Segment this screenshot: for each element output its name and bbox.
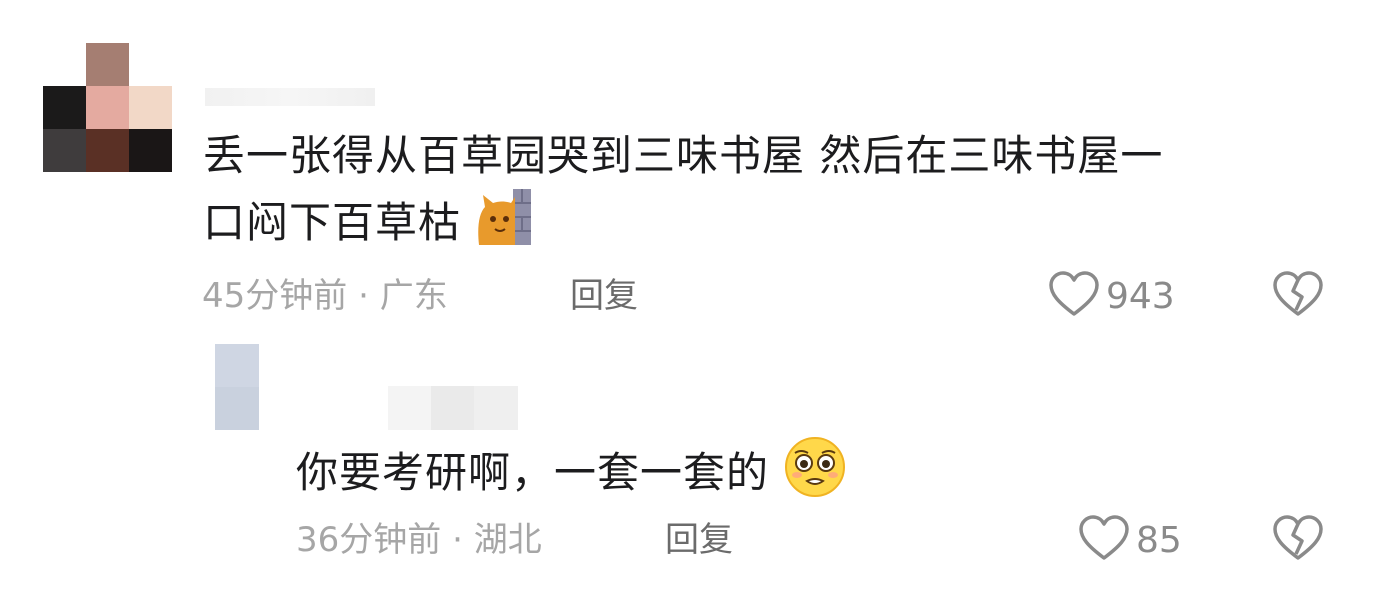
- avatar-pixel: [43, 43, 86, 86]
- reply-time: 36分钟前: [296, 520, 442, 560]
- avatar[interactable]: [43, 43, 172, 172]
- heart-outline-icon: [1048, 270, 1100, 322]
- reply-avatar[interactable]: [215, 344, 259, 430]
- comment-text-line1: 丢一张得从百草园哭到三味书屋 然后在三味书屋一: [203, 131, 1164, 180]
- avatar-pixel: [215, 387, 259, 430]
- like-button[interactable]: 85: [1078, 514, 1182, 566]
- avatar-pixel: [129, 43, 172, 86]
- avatar-pixel: [86, 43, 129, 86]
- avatar-pixel: [129, 86, 172, 129]
- dislike-button[interactable]: [1272, 270, 1324, 322]
- like-count: 85: [1136, 519, 1182, 561]
- broken-heart-outline-icon: [1272, 271, 1324, 322]
- avatar-pixel: [215, 344, 259, 387]
- reply-username-blurred[interactable]: [388, 386, 518, 430]
- reply-meta: 36分钟前 · 湖北: [296, 520, 542, 560]
- avatar-pixel: [86, 129, 129, 172]
- comment-text-line2: 口闷下百草枯: [203, 198, 462, 247]
- avatar-pixel: [43, 129, 86, 172]
- comment-time: 45分钟前: [202, 276, 348, 316]
- reply-text: 你要考研啊，一套一套的: [296, 435, 1196, 516]
- dislike-button[interactable]: [1272, 514, 1324, 566]
- comment-meta: 45分钟前 · 广东: [202, 276, 448, 316]
- pleading-face-emoji: [783, 435, 847, 516]
- avatar-pixel: [43, 86, 86, 129]
- cat-peeking-emoji: [475, 187, 535, 264]
- comment-text: 丢一张得从百草园哭到三味书屋 然后在三味书屋一 口闷下百草枯: [203, 125, 1343, 264]
- reply-button[interactable]: 回复: [665, 520, 733, 560]
- reply-location: 湖北: [473, 520, 542, 560]
- meta-separator: ·: [452, 520, 463, 560]
- avatar-pixel: [129, 129, 172, 172]
- meta-separator: ·: [358, 276, 369, 316]
- reply-text-content: 你要考研啊，一套一套的: [296, 448, 770, 497]
- broken-heart-outline-icon: [1272, 515, 1324, 566]
- username-blurred[interactable]: [205, 88, 375, 106]
- reply-button[interactable]: 回复: [570, 276, 638, 316]
- avatar-pixel: [86, 86, 129, 129]
- like-button[interactable]: 943: [1048, 270, 1175, 322]
- heart-outline-icon: [1078, 514, 1130, 566]
- like-count: 943: [1106, 275, 1175, 317]
- comment-location: 广东: [379, 276, 448, 316]
